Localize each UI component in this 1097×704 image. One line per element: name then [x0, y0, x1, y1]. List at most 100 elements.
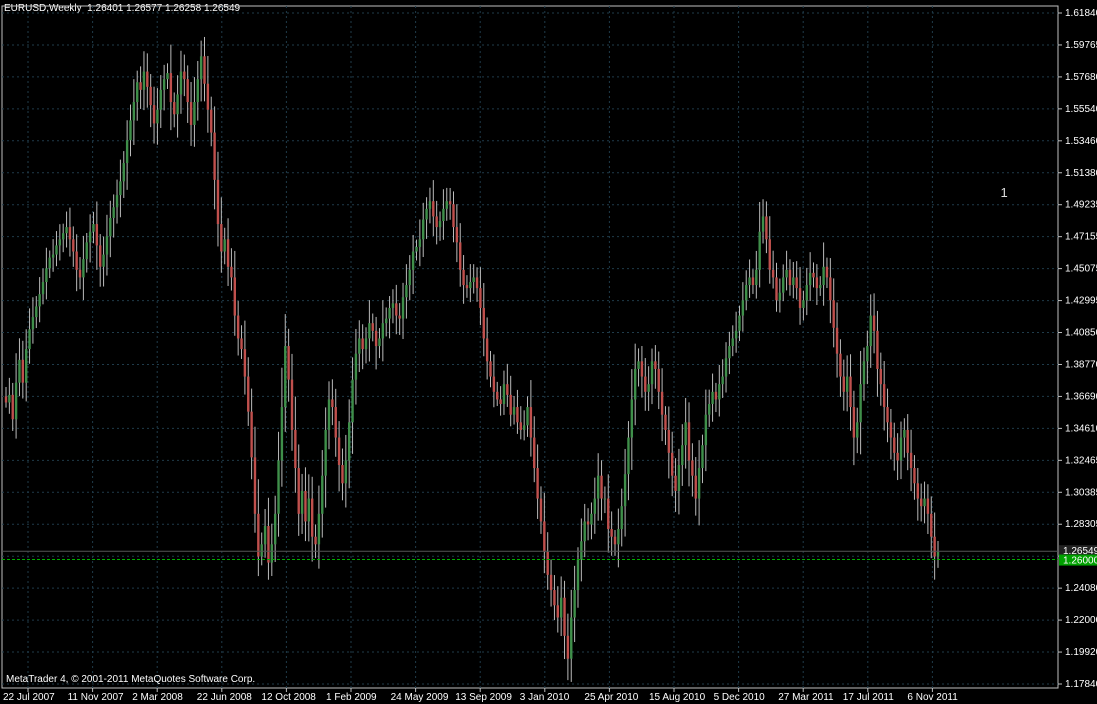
candle-body	[829, 277, 832, 301]
candle-body	[203, 56, 206, 84]
candle-body	[546, 551, 549, 575]
candle-body	[670, 452, 674, 476]
candle-body	[728, 346, 731, 359]
candle-body	[381, 323, 385, 339]
candle-body	[677, 465, 681, 491]
candle-body	[51, 254, 55, 258]
y-tick-label: 1.36690	[1065, 391, 1097, 402]
y-tick-label: 1.42995	[1065, 296, 1097, 307]
candle-body	[210, 109, 213, 133]
candle-body	[14, 382, 18, 420]
candle-body	[845, 376, 849, 392]
candle-body	[277, 460, 280, 514]
x-tick-label: 15 Aug 2010	[649, 692, 706, 703]
candle-body	[812, 272, 815, 278]
candle-body	[654, 361, 657, 369]
candle-body	[687, 422, 691, 461]
candle-body	[825, 266, 829, 278]
candle-body	[496, 391, 499, 400]
candle-body	[896, 452, 899, 461]
candle-body	[526, 407, 529, 426]
y-tick-label: 1.22000	[1065, 615, 1097, 626]
candle-body	[344, 460, 348, 484]
candle-body	[596, 475, 600, 499]
candle-body	[741, 300, 745, 316]
candle-body	[617, 529, 620, 545]
candle-body	[660, 391, 664, 415]
candle-body	[196, 79, 199, 103]
candle-body	[506, 384, 509, 395]
x-tick-label: 6 Nov 2011	[907, 692, 958, 703]
candle-body	[448, 201, 452, 205]
candle-body	[85, 242, 88, 260]
candle-body	[398, 315, 401, 319]
candle-body	[294, 429, 297, 469]
candle-body	[358, 338, 361, 354]
x-tick-label: 22 Jun 2008	[197, 692, 252, 703]
candle-body	[48, 257, 51, 269]
candle-body	[590, 513, 593, 525]
candle-body	[556, 605, 559, 618]
candle-body	[159, 89, 162, 110]
candle-body	[250, 411, 253, 458]
candle-body	[623, 474, 627, 507]
candle-body	[913, 468, 916, 484]
y-tick-label: 1.40850	[1065, 328, 1097, 339]
candle-body	[189, 102, 193, 125]
candle-body	[310, 498, 314, 537]
candle-body	[570, 617, 573, 659]
candle-body	[183, 71, 186, 80]
candle-body	[149, 86, 152, 106]
candle-body	[21, 359, 25, 383]
candle-body	[4, 396, 8, 403]
candle-body	[459, 242, 462, 270]
candle-body	[899, 437, 903, 461]
candle-body	[499, 399, 502, 405]
candle-body	[721, 376, 724, 385]
candle-body	[129, 120, 132, 141]
x-tick-label: 24 May 2009	[391, 692, 449, 703]
candle-body	[485, 338, 489, 362]
candle-body	[304, 490, 307, 522]
candle-body	[872, 315, 876, 331]
x-tick-label: 17 Jul 2011	[843, 692, 894, 703]
candle-body	[536, 468, 539, 499]
candle-body	[122, 163, 125, 182]
candle-body	[307, 498, 311, 522]
candle-body	[112, 207, 115, 218]
candle-body	[563, 597, 566, 636]
candle-body	[697, 468, 701, 499]
candle-body	[586, 521, 590, 525]
candle-body	[627, 437, 630, 475]
candle-body	[213, 132, 216, 180]
candle-body	[179, 71, 183, 95]
candle-body	[236, 315, 240, 339]
price-chart[interactable]: 22 Jul 2007 11 Nov 2007 2 Mar 2008 22 Jun 2…	[0, 0, 1097, 704]
candle-body	[102, 254, 105, 267]
candle-body	[18, 359, 21, 383]
candle-body	[324, 429, 327, 476]
candle-body	[509, 394, 512, 415]
candle-body	[805, 285, 808, 301]
candle-body	[327, 399, 331, 430]
candle-body	[411, 251, 415, 270]
y-tick-label: 1.45075	[1065, 264, 1097, 275]
candle-body	[879, 368, 883, 385]
candle-body	[243, 349, 247, 377]
candle-body	[284, 346, 287, 408]
candle-body	[559, 597, 563, 618]
candle-body	[395, 303, 398, 316]
candle-body	[785, 269, 788, 278]
candle-body	[704, 414, 708, 446]
candle-body	[223, 239, 226, 252]
x-tick-label: 22 Jul 2007	[3, 692, 55, 703]
candle-body	[247, 376, 250, 412]
x-tick-label: 25 Apr 2010	[584, 692, 638, 703]
candle-body	[708, 404, 711, 415]
candle-body	[469, 282, 472, 289]
candle-body	[41, 282, 45, 295]
candle-body	[903, 429, 906, 438]
y-tick-label: 1.28305	[1065, 519, 1097, 530]
candle-body	[667, 429, 671, 453]
candle-body	[146, 71, 149, 87]
